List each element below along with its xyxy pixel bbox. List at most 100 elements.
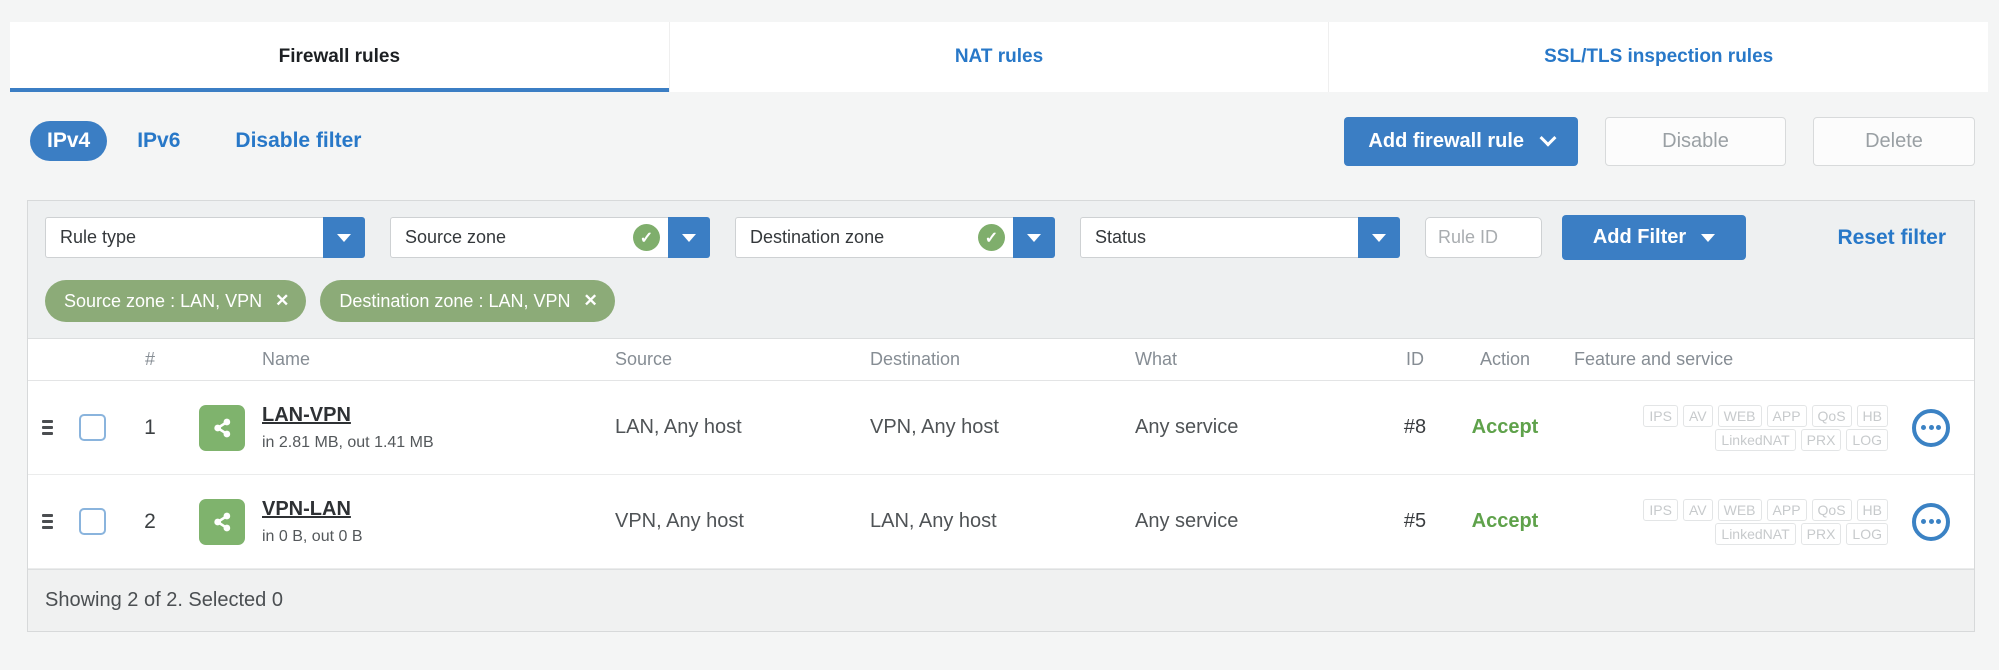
feature-badge: WEB	[1717, 404, 1762, 427]
feature-badge: LOG	[1846, 522, 1888, 545]
feature-badge: AV	[1682, 404, 1713, 427]
source-zone-filter-chip: Source zone : LAN, VPN ✕	[45, 280, 307, 322]
rule-source: LAN, Any host	[615, 416, 742, 438]
tab-firewall-rules[interactable]: Firewall rules	[10, 22, 669, 92]
rule-id: #8	[1403, 416, 1427, 438]
rule-name-link[interactable]: VPN-LAN	[262, 498, 351, 521]
header-destination: Destination	[870, 349, 961, 369]
remove-filter-icon[interactable]: ✕	[275, 291, 289, 311]
header-feature-and-service: Feature and service	[1574, 349, 1734, 369]
rule-type-dropdown-body: Rule type ✓	[45, 217, 323, 258]
feature-badge: IPS	[1643, 498, 1678, 521]
rule-id-input[interactable]	[1425, 217, 1542, 258]
feature-and-service-badges: IPS AV WEB APP QoS HB LinkedNAT PRX LOG	[1560, 498, 1888, 545]
chevron-down-icon	[1539, 129, 1557, 147]
network-rule-share-icon[interactable]	[199, 404, 245, 451]
status-dropdown-button[interactable]	[1358, 217, 1400, 258]
feature-badge: APP	[1766, 404, 1807, 427]
disable-button[interactable]: Disable	[1605, 116, 1786, 166]
add-firewall-rule-label: Add firewall rule	[1368, 129, 1524, 152]
caret-down-icon	[682, 233, 696, 242]
row-number: 1	[144, 415, 156, 439]
tab-ssl-tls-inspection-rules[interactable]: SSL/TLS inspection rules	[1328, 22, 1988, 92]
rule-action-status: Accept	[1471, 510, 1539, 532]
feature-badge: LinkedNAT	[1715, 428, 1796, 451]
destination-zone-dropdown-button[interactable]	[1013, 217, 1055, 258]
rule-name-link[interactable]: LAN-VPN	[262, 404, 351, 427]
destination-zone-dropdown-label: Destination zone	[750, 227, 885, 247]
feature-badge: HB	[1856, 498, 1888, 521]
source-zone-dropdown[interactable]: Source zone ✓	[390, 217, 710, 258]
caret-down-icon	[1027, 233, 1041, 242]
rule-type-dropdown-button[interactable]	[323, 217, 365, 258]
rule-action-status: Accept	[1471, 416, 1539, 438]
add-filter-label: Add Filter	[1592, 226, 1687, 248]
feature-badge: LOG	[1846, 428, 1888, 451]
header-action: Action	[1479, 349, 1531, 369]
drag-handle-icon[interactable]	[41, 420, 53, 435]
rule-what: Any service	[1135, 416, 1239, 438]
chip-label: Destination zone : LAN, VPN	[339, 290, 571, 311]
rule-what: Any service	[1135, 510, 1239, 532]
rule-traffic-stats: in 0 B, out 0 B	[262, 527, 363, 545]
rule-traffic-stats: in 2.81 MB, out 1.41 MB	[262, 433, 434, 451]
feature-badge: AV	[1682, 498, 1713, 521]
badge-line: LinkedNAT PRX LOG	[1574, 428, 1888, 451]
rule-type-dropdown[interactable]: Rule type ✓	[45, 217, 365, 258]
source-zone-dropdown-label: Source zone	[405, 227, 507, 247]
table-header: # Name Source Destination What ID Action…	[28, 338, 1974, 381]
ipv6-toggle[interactable]: IPv6	[137, 129, 180, 153]
feature-badge: PRX	[1800, 428, 1842, 451]
ipv4-toggle[interactable]: IPv4	[30, 121, 108, 161]
feature-badge: QoS	[1811, 498, 1852, 521]
feature-and-service-badges: IPS AV WEB APP QoS HB LinkedNAT PRX LOG	[1560, 404, 1888, 451]
network-rule-share-icon[interactable]	[199, 498, 245, 545]
caret-down-icon	[337, 233, 351, 242]
rule-id: #5	[1403, 510, 1427, 532]
row-actions-ellipsis-button[interactable]	[1912, 502, 1950, 541]
tab-nat-rules[interactable]: NAT rules	[668, 22, 1329, 92]
status-dropdown[interactable]: Status ✓	[1080, 217, 1400, 258]
delete-button[interactable]: Delete	[1813, 116, 1975, 166]
source-zone-dropdown-button[interactable]	[668, 217, 710, 258]
toolbar-actions: Add firewall rule Disable Delete	[1344, 116, 1975, 166]
chip-label: Source zone : LAN, VPN	[64, 290, 263, 311]
rule-source: VPN, Any host	[615, 510, 744, 532]
feature-badge: WEB	[1717, 498, 1762, 521]
filter-bar: Rule type ✓ Source zone ✓ Destination zo…	[28, 201, 1974, 274]
firewall-rules-panel: Rule type ✓ Source zone ✓ Destination zo…	[27, 200, 1975, 632]
remove-filter-icon[interactable]: ✕	[583, 291, 597, 311]
header-what: What	[1135, 349, 1178, 369]
feature-badge: APP	[1766, 498, 1807, 521]
caret-down-icon	[1701, 233, 1716, 242]
badge-line: IPS AV WEB APP QoS HB	[1574, 498, 1888, 521]
destination-zone-dropdown[interactable]: Destination zone ✓	[735, 217, 1055, 258]
reset-filter-link[interactable]: Reset filter	[1837, 226, 1946, 250]
feature-badge: HB	[1856, 404, 1888, 427]
header-num: #	[144, 349, 155, 369]
status-dropdown-body: Status ✓	[1080, 217, 1358, 258]
destination-zone-dropdown-body: Destination zone ✓	[735, 217, 1013, 258]
header-source: Source	[615, 349, 673, 369]
drag-handle-icon[interactable]	[41, 514, 53, 529]
source-zone-dropdown-body: Source zone ✓	[390, 217, 668, 258]
add-filter-button[interactable]: Add Filter	[1562, 215, 1746, 260]
active-filter-chips: Source zone : LAN, VPN ✕ Destination zon…	[28, 274, 1974, 338]
row-checkbox[interactable]	[78, 414, 106, 441]
row-number: 2	[144, 509, 156, 533]
toolbar: IPv4 IPv6 Disable filter Add firewall ru…	[30, 93, 1975, 189]
destination-zone-filter-chip: Destination zone : LAN, VPN ✕	[320, 280, 615, 322]
feature-badge: QoS	[1811, 404, 1852, 427]
table-footer: Showing 2 of 2. Selected 0	[28, 569, 1974, 631]
disable-filter-link[interactable]: Disable filter	[235, 129, 361, 153]
rule-destination: LAN, Any host	[870, 510, 997, 532]
table-row: 1 LAN-VPN in 2.81 MB, out 1.41 MB LAN, A…	[28, 381, 1974, 475]
status-dropdown-label: Status	[1095, 227, 1147, 247]
row-actions-ellipsis-button[interactable]	[1912, 408, 1950, 447]
badge-line: LinkedNAT PRX LOG	[1574, 522, 1888, 545]
rule-type-dropdown-label: Rule type	[60, 227, 137, 247]
add-firewall-rule-button[interactable]: Add firewall rule	[1344, 116, 1578, 166]
header-id: ID	[1406, 349, 1424, 369]
badge-line: IPS AV WEB APP QoS HB	[1574, 404, 1888, 427]
row-checkbox[interactable]	[78, 508, 106, 535]
